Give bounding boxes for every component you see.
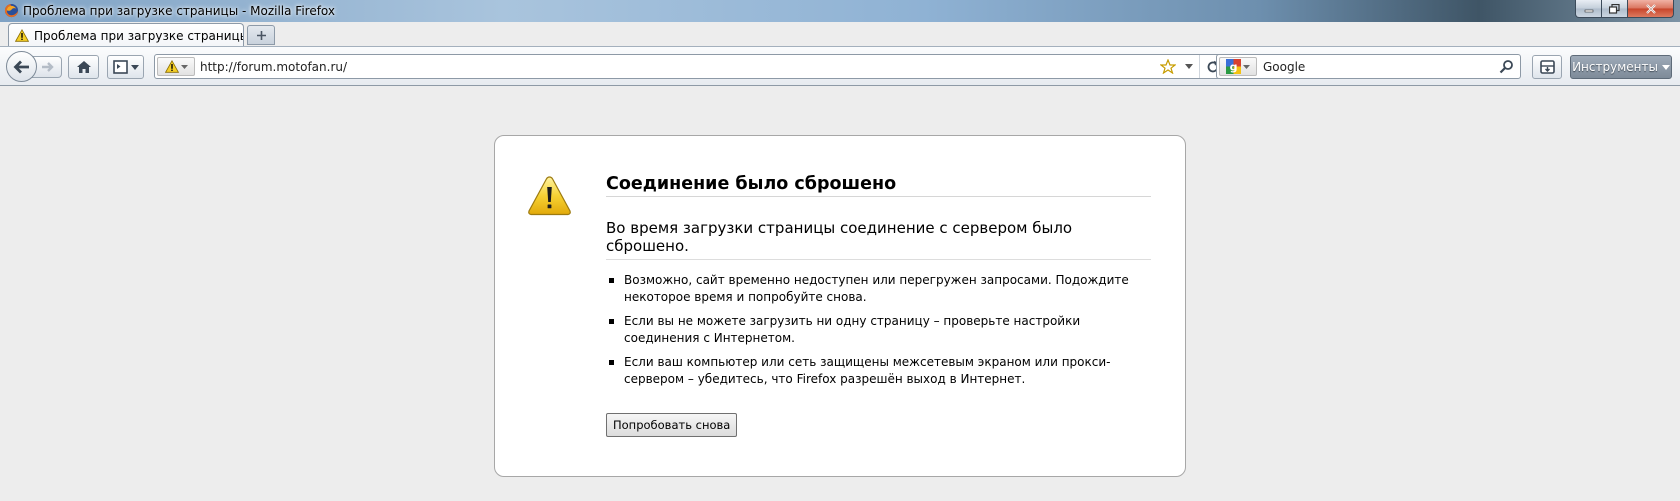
- navigation-toolbar: http://forum.motofan.ru/ g Google Инстру…: [0, 46, 1680, 86]
- forward-arrow-icon: [42, 62, 54, 72]
- restore-icon: [1609, 3, 1620, 14]
- minimize-button[interactable]: [1575, 0, 1602, 18]
- list-item: Возможно, сайт временно недоступен или п…: [606, 272, 1151, 306]
- chevron-down-icon: [180, 64, 188, 69]
- chevron-down-icon: [1185, 64, 1193, 69]
- error-panel: Соединение было сброшено Во время загруз…: [494, 135, 1186, 477]
- download-tray-icon: [1539, 60, 1555, 74]
- try-again-button[interactable]: Попробовать снова: [606, 413, 738, 437]
- tab-active[interactable]: Проблема при загрузке страницы: [8, 23, 244, 47]
- google-icon: g: [1226, 59, 1241, 74]
- tools-menu-label: Инструменты: [1572, 60, 1658, 74]
- search-engine-button[interactable]: g: [1219, 57, 1257, 76]
- url-history-dropdown[interactable]: [1179, 55, 1199, 78]
- chevron-down-icon: [1661, 64, 1670, 70]
- chevron-down-icon: [1243, 64, 1250, 69]
- url-bar-actions: [1157, 55, 1225, 78]
- tab-label: Проблема при загрузке страницы: [34, 28, 243, 43]
- bookmarks-button[interactable]: [107, 55, 144, 79]
- home-icon: [76, 61, 91, 73]
- search-magnifier-icon[interactable]: [1499, 59, 1514, 74]
- svg-text:g: g: [1230, 61, 1238, 74]
- warning-icon: [164, 60, 179, 73]
- window-title: Проблема при загрузке страницы - Mozilla…: [23, 4, 335, 18]
- close-window-button[interactable]: [1628, 0, 1674, 18]
- chevron-down-icon: [130, 64, 139, 70]
- window-controls: [1575, 0, 1674, 19]
- home-button[interactable]: [68, 55, 99, 79]
- bookmarks-sidebar-icon: [112, 60, 128, 74]
- tools-menu-button[interactable]: Инструменты: [1570, 55, 1672, 79]
- divider: [606, 259, 1151, 260]
- minimize-icon: [1584, 9, 1593, 12]
- window-titlebar: Проблема при загрузке страницы - Mozilla…: [0, 0, 1680, 22]
- search-bar[interactable]: g Google: [1216, 54, 1521, 79]
- warning-icon: [15, 29, 29, 42]
- site-identity-button[interactable]: [157, 57, 195, 76]
- close-icon: [1645, 3, 1656, 14]
- url-bar[interactable]: http://forum.motofan.ru/: [154, 54, 1226, 79]
- back-button[interactable]: [6, 51, 37, 82]
- firefox-logo-icon[interactable]: [4, 3, 19, 18]
- search-input[interactable]: Google: [1263, 60, 1305, 74]
- new-tab-button[interactable]: [247, 25, 275, 45]
- tab-strip: Проблема при загрузке страницы: [0, 22, 1680, 47]
- error-title: Соединение было сброшено: [606, 174, 1151, 197]
- bookmark-star-button[interactable]: [1157, 55, 1179, 78]
- back-forward-group: [6, 51, 62, 82]
- list-item: Если ваш компьютер или сеть защищены меж…: [606, 354, 1151, 388]
- maximize-button[interactable]: [1602, 0, 1628, 18]
- error-suggestions-list: Возможно, сайт временно недоступен или п…: [606, 272, 1151, 395]
- list-item: Если вы не можете загрузить ни одну стра…: [606, 313, 1151, 347]
- plus-icon: [256, 30, 266, 40]
- star-icon: [1160, 59, 1176, 74]
- warning-icon: [528, 176, 571, 216]
- page-content: Соединение было сброшено Во время загруз…: [0, 87, 1680, 501]
- url-text[interactable]: http://forum.motofan.ru/: [200, 60, 347, 74]
- error-description: Во время загрузки страницы соединение с …: [606, 219, 1073, 255]
- downloads-button[interactable]: [1532, 55, 1562, 79]
- back-arrow-icon: [13, 60, 29, 73]
